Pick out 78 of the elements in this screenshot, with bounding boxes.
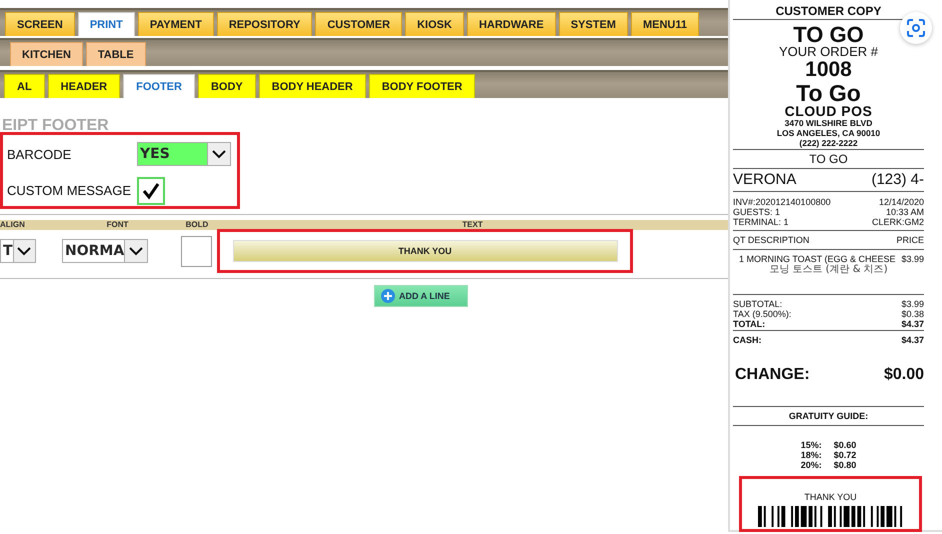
order-type: TO GO xyxy=(793,24,864,45)
total-amount: $4.37 xyxy=(901,319,924,329)
tab[interactable]: SCREEN xyxy=(5,12,75,36)
service-type: TO GO xyxy=(808,151,849,167)
font-select[interactable]: NORMA xyxy=(62,239,148,263)
customer-phone: (123) 4- xyxy=(871,170,924,190)
section-title: EIPT FOOTER xyxy=(2,118,110,132)
tab[interactable]: TABLE xyxy=(86,42,146,66)
tab[interactable]: REPOSITORY xyxy=(216,12,312,36)
gratuity-title: GRATUITY GUIDE: xyxy=(788,410,870,423)
add-line-button[interactable]: ADD A LINE xyxy=(374,285,468,307)
visual-search-icon[interactable] xyxy=(900,12,932,44)
column-header: QT DESCRIPTION xyxy=(733,234,810,247)
align-select[interactable]: T xyxy=(0,239,36,263)
order-label: YOUR ORDER # xyxy=(778,45,879,58)
total-label: SUBTOTAL: xyxy=(733,299,782,309)
chevron-down-icon xyxy=(129,246,144,256)
column-header: FONT xyxy=(106,220,130,230)
receipt-info: CLERK:GM2 xyxy=(872,217,924,227)
change-amount: $0.00 xyxy=(884,366,924,384)
custom-message-label: CUSTOM MESSAGE xyxy=(7,183,132,198)
tab[interactable]: KIOSK xyxy=(405,12,464,36)
checkbox[interactable] xyxy=(137,176,165,205)
store-address: (222) 222-2222 xyxy=(798,138,859,148)
tab[interactable]: PAYMENT xyxy=(138,12,214,36)
receipt-heading: CUSTOMER COPY xyxy=(774,5,882,18)
receipt-info: TERMINAL: 1 xyxy=(733,217,789,227)
tab[interactable]: HARDWARE xyxy=(466,12,556,36)
payment-label: CASH: xyxy=(733,335,762,345)
gratuity-amount: $0.80 xyxy=(834,460,856,470)
tab[interactable]: FOOTER xyxy=(123,74,195,98)
chevron-down-icon xyxy=(212,149,226,160)
text-button[interactable]: THANK YOU xyxy=(232,240,618,262)
column-header: ALIGN xyxy=(0,220,26,230)
column-header: BOLD xyxy=(184,220,210,230)
barcode-label: BARCODE xyxy=(7,146,72,162)
footer-message: THANK YOU xyxy=(804,492,857,502)
gratuity-percent: 20%: xyxy=(800,460,822,470)
gratuity-percent: 15%: xyxy=(800,440,822,450)
gratuity-percent: 18%: xyxy=(800,450,822,460)
total-amount: $0.38 xyxy=(901,309,924,319)
receipt-info: INV#:202012140100800 xyxy=(733,197,831,207)
gratuity-amount: $0.72 xyxy=(834,450,856,460)
column-header: TEXT xyxy=(461,220,484,230)
total-label: TAX (9.500%): xyxy=(733,309,792,319)
order-type: To Go xyxy=(795,82,862,104)
receipt-info: 12/14/2020 xyxy=(878,197,924,207)
change-label: CHANGE: xyxy=(735,366,810,384)
item-translation: 모닝 토스트 (계란 & 치즈) xyxy=(768,264,889,275)
tab[interactable]: HEADER xyxy=(48,74,120,98)
gratuity-amount: $0.60 xyxy=(834,440,856,450)
customer-name: VERONA xyxy=(733,170,796,190)
tab[interactable]: AL xyxy=(4,74,45,98)
tab[interactable]: BODY HEADER xyxy=(258,74,366,98)
item-name: 1 MORNING TOAST (EGG & CHEESE xyxy=(738,254,896,264)
plus-icon xyxy=(381,289,395,303)
tab[interactable]: BODY xyxy=(198,74,256,98)
tab[interactable]: PRINT xyxy=(78,12,135,36)
barcode-select[interactable]: YES xyxy=(137,142,231,166)
tab[interactable]: SYSTEM xyxy=(558,12,628,36)
total-label: TOTAL: xyxy=(733,319,766,329)
store-name: CLOUD POS xyxy=(784,104,874,118)
store-address: LOS ANGELES, CA 90010 xyxy=(776,128,882,138)
order-number: 1008 xyxy=(804,58,853,82)
chevron-down-icon xyxy=(17,246,32,256)
column-header: PRICE xyxy=(896,234,924,247)
tab[interactable]: CUSTOMER xyxy=(315,12,402,36)
receipt-info: 10:33 AM xyxy=(886,207,924,217)
store-address: 3470 WILSHIRE BLVD xyxy=(784,118,874,128)
check-icon xyxy=(142,182,160,200)
tab[interactable]: BODY FOOTER xyxy=(368,74,476,98)
bold-checkbox[interactable] xyxy=(181,236,212,266)
total-amount: $3.99 xyxy=(901,299,924,309)
payment-amount: $4.37 xyxy=(901,335,924,345)
tab[interactable]: MENU11 xyxy=(630,12,699,36)
receipt-info: GUESTS: 1 xyxy=(733,207,780,217)
item-price: $3.99 xyxy=(901,254,924,264)
tab[interactable]: KITCHEN xyxy=(10,42,83,66)
